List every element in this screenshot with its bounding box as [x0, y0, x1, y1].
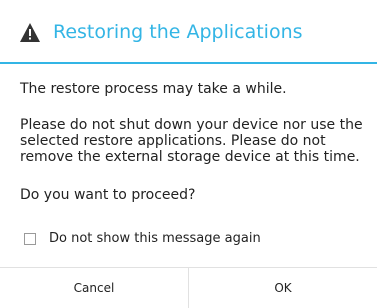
- header-divider: [0, 62, 377, 64]
- message-paragraph-2: Please do not shut down your device nor …: [20, 117, 363, 165]
- dont-show-again-row[interactable]: Do not show this message again: [24, 230, 261, 248]
- restore-dialog: Restoring the Applications The restore p…: [0, 0, 377, 308]
- warning-triangle-icon: [20, 23, 40, 42]
- ok-button[interactable]: OK: [189, 268, 377, 308]
- dialog-title: Restoring the Applications: [53, 21, 303, 43]
- dont-show-again-checkbox[interactable]: [24, 233, 36, 245]
- message-paragraph-1: The restore process may take a while.: [20, 81, 287, 97]
- cancel-button[interactable]: Cancel: [0, 268, 188, 308]
- dialog-header: Restoring the Applications: [0, 0, 377, 64]
- button-bar: Cancel OK: [0, 267, 377, 308]
- dont-show-again-label[interactable]: Do not show this message again: [49, 231, 261, 247]
- message-paragraph-3: Do you want to proceed?: [20, 187, 196, 203]
